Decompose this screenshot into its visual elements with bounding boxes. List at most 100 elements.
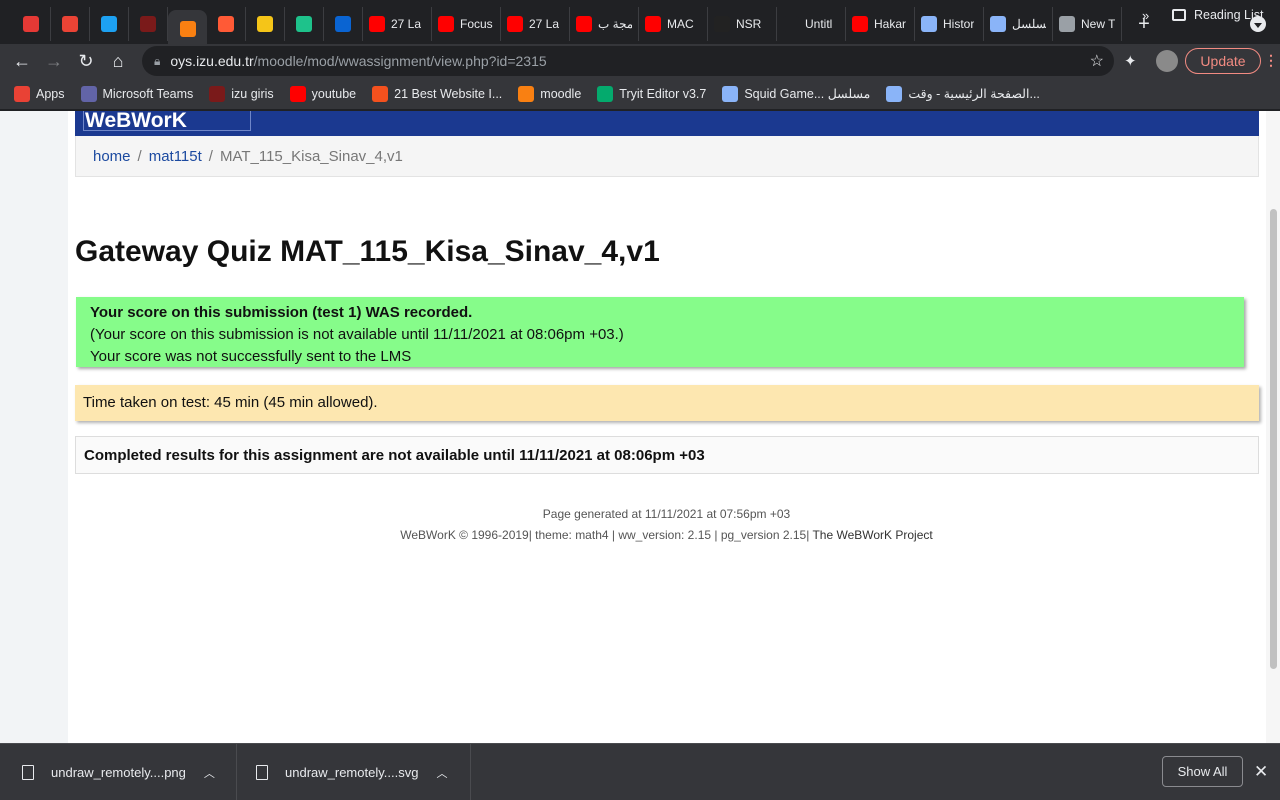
footer-copyright-line: WeBWorK © 1996-2019| theme: math4 | ww_v… <box>0 525 1280 546</box>
nsr-icon <box>714 16 730 32</box>
bookmark-star-icon[interactable]: ☆ <box>1090 51 1104 71</box>
tab-title: New T <box>1081 17 1115 31</box>
blank-page-icon <box>783 16 799 32</box>
w3-icon <box>597 85 614 102</box>
browser-tab[interactable]: NSR <box>708 7 777 41</box>
youtube-icon <box>645 16 661 32</box>
spider-icon <box>140 16 156 32</box>
browser-tab[interactable]: Hakar <box>846 7 915 41</box>
browser-tab[interactable] <box>324 7 363 41</box>
history-icon <box>921 16 937 32</box>
orange-box-icon <box>372 85 389 102</box>
browser-tab[interactable] <box>129 7 168 41</box>
footer-copyright: WeBWorK © 1996-2019| theme: math4 | ww_v… <box>400 528 810 542</box>
moodle-icon <box>518 85 535 102</box>
browser-tab[interactable]: Histor <box>915 7 984 41</box>
tab-title: مسلسل <box>1012 17 1046 31</box>
browser-tab[interactable] <box>246 7 285 41</box>
bookmark-item[interactable]: Microsoft Teams <box>80 85 193 102</box>
show-all-button[interactable]: Show All <box>1162 756 1243 787</box>
bookmark-label: Apps <box>36 86 65 101</box>
extensions-puzzle-icon[interactable]: ✦ <box>1124 52 1137 70</box>
download-filename: undraw_remotely....svg <box>285 765 419 780</box>
browser-tab[interactable]: 27 La <box>501 7 570 41</box>
bookmarks-overflow-chevron[interactable]: » <box>1142 8 1149 23</box>
reading-list-label: Reading List <box>1194 8 1264 22</box>
home-icon[interactable]: ⌂ <box>102 45 134 77</box>
browser-tab[interactable]: 27 La <box>363 7 432 41</box>
breadcrumb-separator: / <box>137 147 142 165</box>
m-icon <box>296 16 312 32</box>
update-button[interactable]: Update <box>1185 48 1261 74</box>
download-item[interactable]: undraw_remotely....png ︿ <box>22 744 237 800</box>
address-bar[interactable]: 🔒︎ oys.izu.edu.tr/moodle/mod/wwassignmen… <box>142 46 1114 76</box>
chevron-up-icon[interactable]: ︿ <box>436 765 447 781</box>
close-icon[interactable]: ✕ <box>1254 762 1268 782</box>
breadcrumb-course-link[interactable]: mat115t <box>149 148 202 165</box>
twitter-icon <box>101 16 117 32</box>
bookmark-label: moodle <box>540 86 582 101</box>
breadcrumb-home-link[interactable]: home <box>93 148 131 165</box>
results-notice-box: Completed results for this assignment ar… <box>75 436 1259 474</box>
tab-title: 27 La <box>391 17 422 31</box>
download-filename: undraw_remotely....png <box>51 765 186 780</box>
bookmark-item[interactable]: Tryit Editor v3.7 <box>597 85 707 102</box>
youtube-icon <box>576 16 592 32</box>
webwork-project-link[interactable]: The WeBWorK Project <box>812 528 932 542</box>
tt-icon <box>218 16 234 32</box>
browser-tab[interactable] <box>207 7 246 41</box>
chrome-icon <box>1059 16 1075 32</box>
webwork-header: WeBWorK <box>75 111 1259 136</box>
browser-tab[interactable]: New T <box>1053 7 1122 41</box>
tab-title: MAC <box>667 17 694 31</box>
bookmarks-bar: Apps Microsoft Teams izu giris youtube 21 Be… <box>0 78 1280 110</box>
bookmark-item[interactable]: moodle <box>518 85 582 102</box>
youtube-icon <box>438 16 454 32</box>
bookmark-item[interactable]: Apps <box>14 85 65 102</box>
browser-tab[interactable]: برمجة ب <box>570 7 639 41</box>
breadcrumb-current: MAT_115_Kisa_Sinav_4,v1 <box>219 147 403 165</box>
bookmark-item[interactable]: youtube <box>289 85 356 102</box>
chevron-up-icon[interactable]: ︿ <box>204 765 215 781</box>
browser-tab[interactable]: Untitl <box>777 7 846 41</box>
page-left-margin <box>0 111 68 743</box>
outlook-icon <box>335 16 351 32</box>
download-item[interactable]: undraw_remotely....svg ︿ <box>256 744 471 800</box>
browser-tab[interactable] <box>168 10 207 48</box>
bookmark-item[interactable]: izu giris <box>209 85 274 102</box>
back-arrow-icon[interactable]: ← <box>6 45 38 77</box>
red-app-icon <box>23 16 39 32</box>
lock-icon[interactable]: 🔒︎ <box>154 54 160 69</box>
profile-avatar[interactable] <box>1156 50 1178 72</box>
reading-list-icon <box>1172 9 1186 21</box>
youtube-icon <box>852 16 868 32</box>
reading-list-button[interactable]: Reading List <box>1172 8 1264 22</box>
scrollbar-thumb[interactable] <box>1270 209 1277 669</box>
gmail-icon <box>62 16 78 32</box>
browser-tab[interactable]: MAC <box>639 7 708 41</box>
browser-tab[interactable]: مسلسل <box>984 7 1053 41</box>
footer-generated: Page generated at 11/11/2021 at 07:56pm … <box>542 507 791 521</box>
bookmark-item[interactable]: Squid Game... مسلسل <box>722 85 870 102</box>
url-host: oys.izu.edu.tr <box>170 53 254 69</box>
forward-arrow-icon[interactable]: → <box>38 45 70 77</box>
e-coin-icon <box>257 16 273 32</box>
browser-tab[interactable]: Focus <box>432 7 501 41</box>
tab-title: Focus <box>460 17 493 31</box>
browser-tab[interactable] <box>51 7 90 41</box>
url-path: /moodle/mod/wwassignment/view.php?id=231… <box>253 53 547 69</box>
reload-icon[interactable]: ↻ <box>70 45 102 77</box>
more-menu-icon[interactable]: ⋮ <box>1264 52 1278 69</box>
browser-tab[interactable] <box>12 7 51 41</box>
page-viewport[interactable]: WeBWorK home / mat115t / MAT_115_Kisa_Si… <box>0 111 1280 743</box>
browser-tab[interactable] <box>285 7 324 41</box>
browser-tab[interactable] <box>90 7 129 41</box>
bookmark-label: izu giris <box>231 86 274 101</box>
tab-title: 27 La <box>529 17 560 31</box>
page-footer: Page generated at 11/11/2021 at 07:56pm … <box>0 504 1280 546</box>
bookmark-item[interactable]: 21 Best Website I... <box>372 85 502 102</box>
webwork-logo[interactable]: WeBWorK <box>83 111 251 132</box>
bookmark-label: Tryit Editor v3.7 <box>619 86 707 101</box>
tab-title: Hakar <box>874 17 907 31</box>
bookmark-item[interactable]: الصفحة الرئيسية - وقت... <box>886 85 1040 102</box>
